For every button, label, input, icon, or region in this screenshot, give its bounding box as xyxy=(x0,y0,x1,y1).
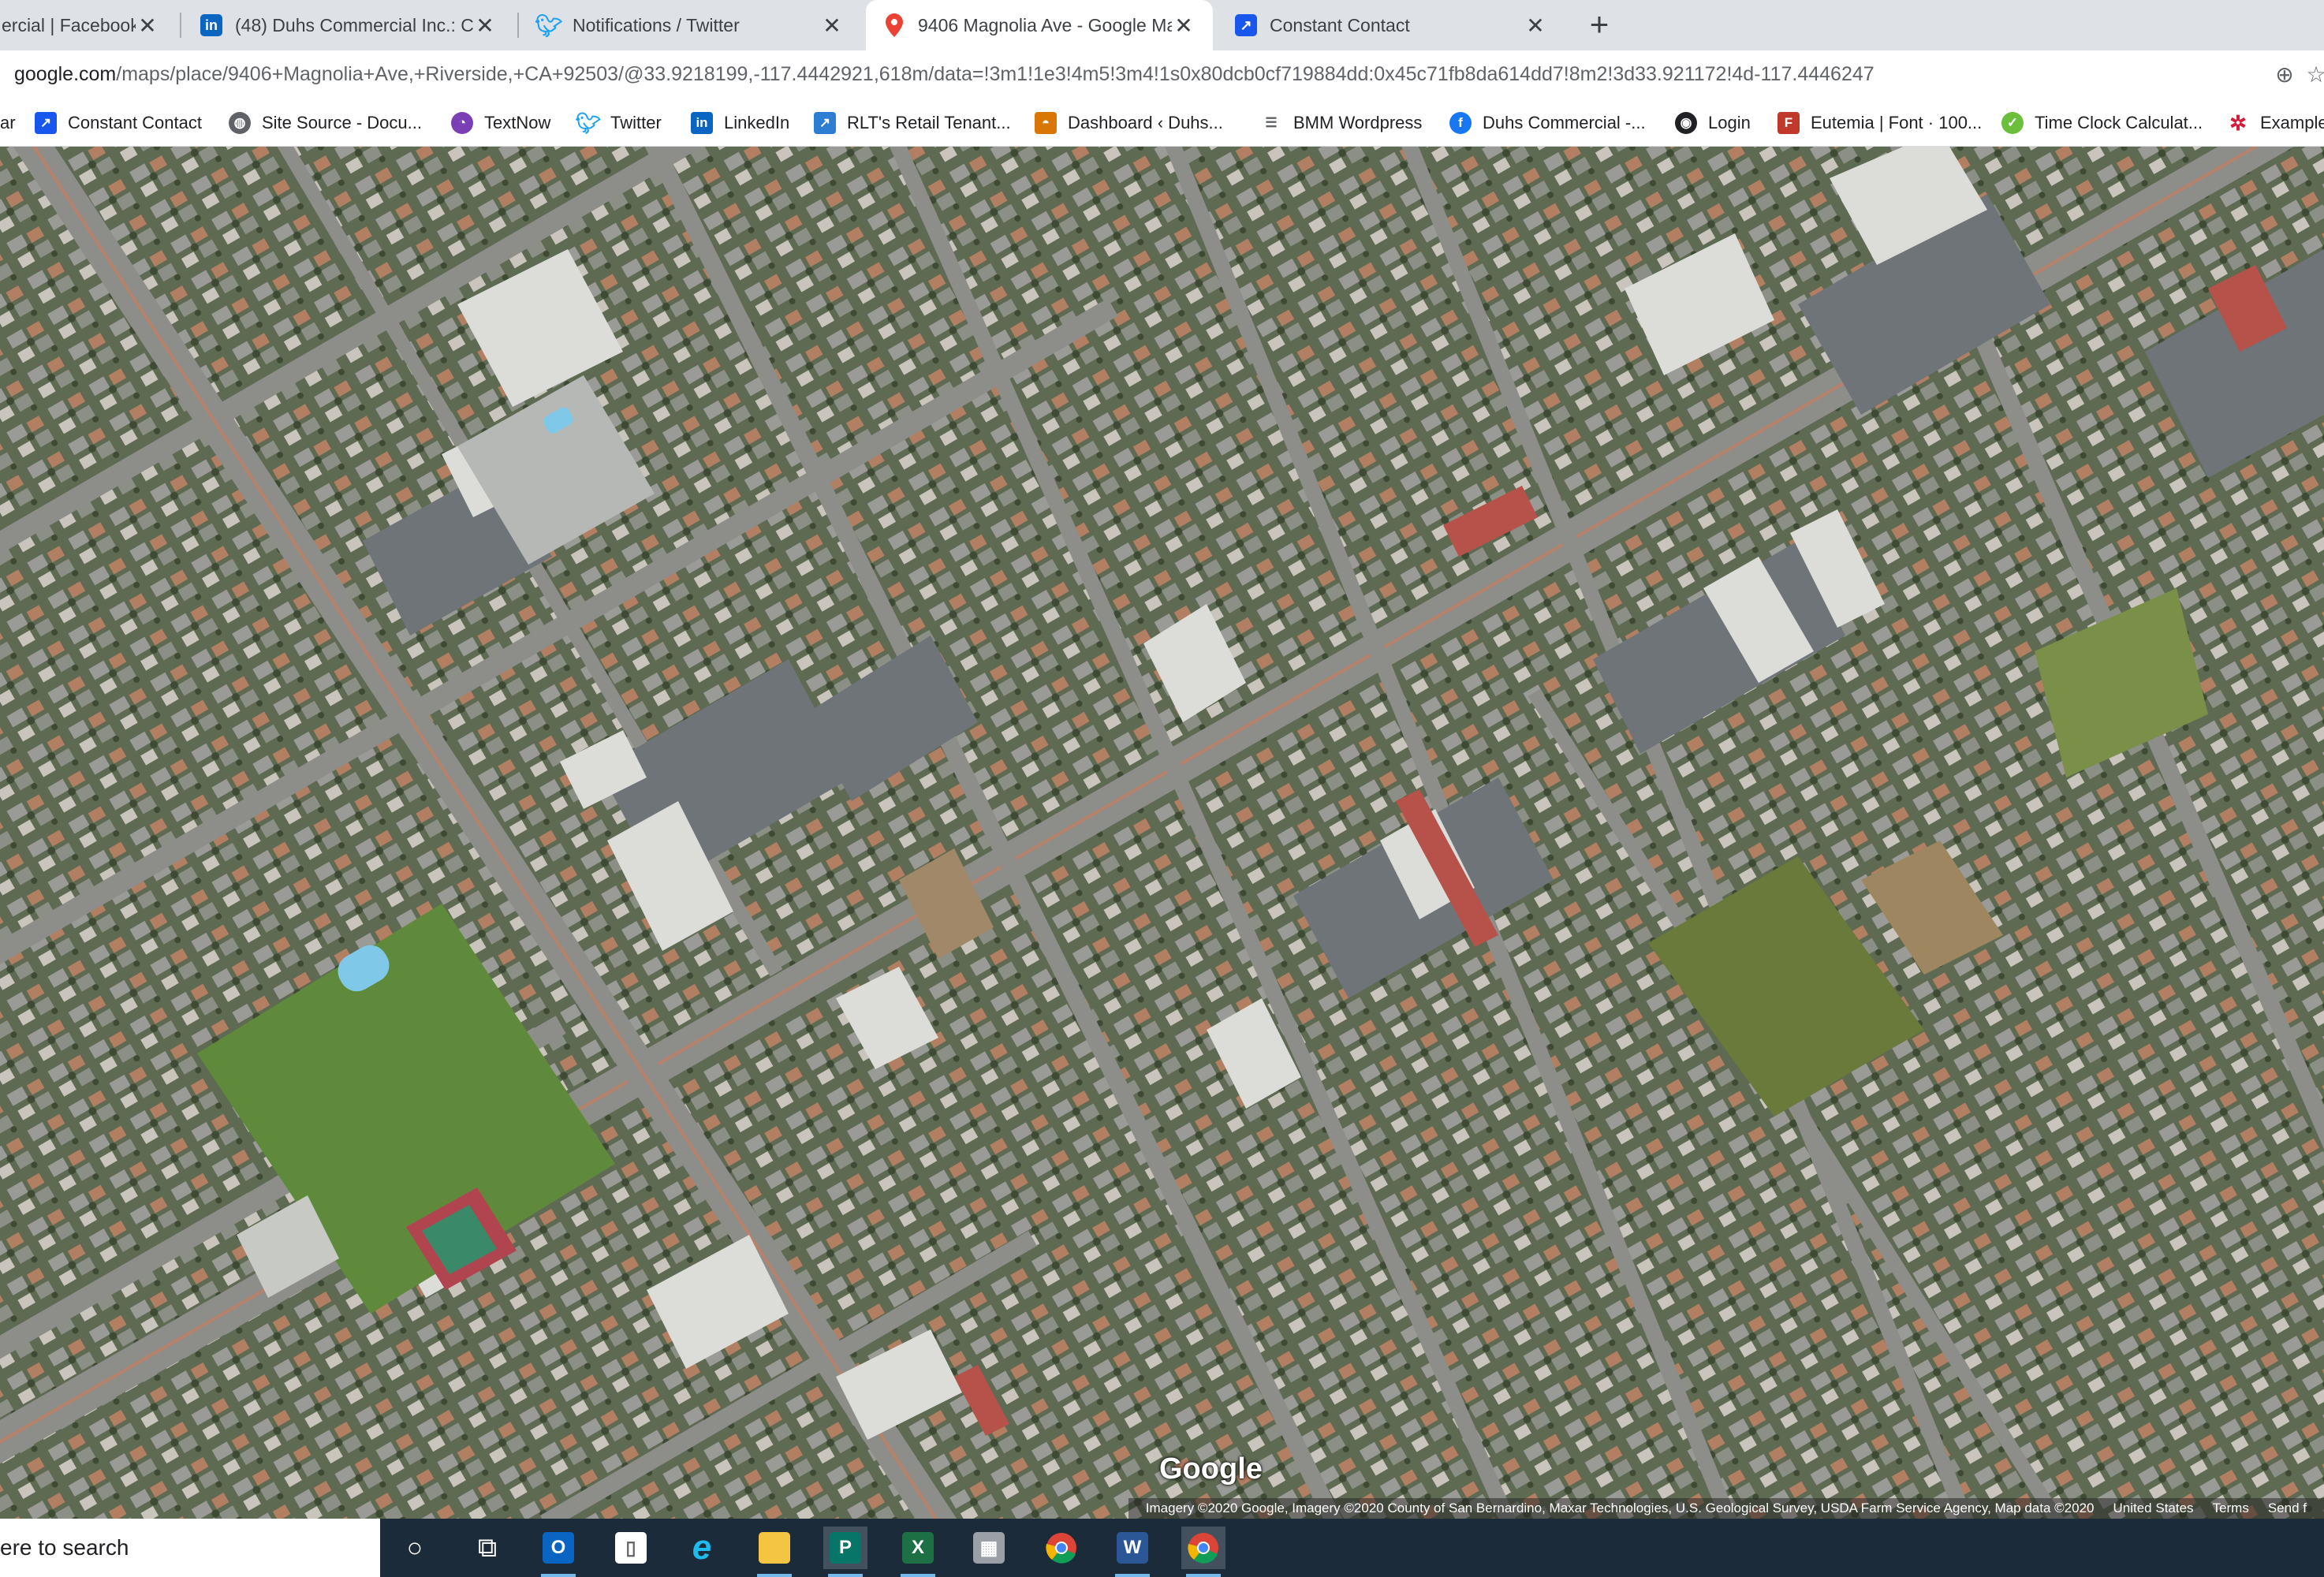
bookmark-item[interactable]: ✓ Time Clock Calculat... xyxy=(2001,109,2203,137)
linkedin-icon: in xyxy=(200,14,222,36)
bookmark-label: Example xyxy=(2260,113,2324,132)
tab-title: 9406 Magnolia Ave - Google Ma xyxy=(918,14,1172,35)
bookmark-item[interactable]: ☰ BMM Wordpress xyxy=(1260,109,1422,137)
clock-icon: ✓ xyxy=(2001,112,2024,134)
new-tab-button[interactable]: + xyxy=(1580,6,1618,44)
bookmark-label: Duhs Commercial -... xyxy=(1483,113,1646,132)
login-icon: ◉ xyxy=(1675,112,1697,134)
satellite-map[interactable]: Google Imagery ©2020 Google, Imagery ©20… xyxy=(0,147,2324,1519)
url-path: /maps/place/9406+Magnolia+Ave,+Riverside… xyxy=(116,63,1874,85)
tab-separator xyxy=(517,13,519,38)
constant-contact-icon: ↗ xyxy=(35,112,57,134)
facebook-icon: f xyxy=(1449,112,1472,134)
bookmark-item[interactable]: ↗ RLT's Retail Tenant... xyxy=(814,109,1011,137)
bookmark-label: ar xyxy=(0,113,16,132)
example-icon: ✲ xyxy=(2229,110,2247,135)
close-icon[interactable]: ✕ xyxy=(1172,13,1196,39)
tab-twitter[interactable]: 🐦︎ Notifications / Twitter ✕ xyxy=(520,0,861,50)
url-host: google.com xyxy=(14,63,117,85)
dashboard-icon: ◓ xyxy=(1035,112,1057,134)
bookmark-item[interactable]: in LinkedIn xyxy=(691,109,789,137)
bookmark-item[interactable]: ◍ Site Source - Docu... xyxy=(229,109,422,137)
attribution-text: Imagery ©2020 Google, Imagery ©2020 Coun… xyxy=(1145,1501,2095,1515)
bookmark-item[interactable]: ◔ TextNow xyxy=(451,109,550,137)
list-icon: ☰ xyxy=(1265,115,1278,130)
bookmark-label: BMM Wordpress xyxy=(1293,113,1423,132)
tab-title: (48) Duhs Commercial Inc.: Comp xyxy=(235,14,473,35)
satellite-imagery xyxy=(0,147,2324,1519)
chrome-active-icon[interactable] xyxy=(1181,1527,1225,1577)
linkedin-icon: in xyxy=(691,112,713,134)
calculator-icon[interactable]: ▦ xyxy=(967,1527,1011,1569)
cortana-icon[interactable]: ○ xyxy=(393,1527,437,1569)
windows-taskbar: ere to search ○ ⧉ O ▯ e ▬ P X ▦ W xyxy=(0,1519,2324,1577)
address-bar[interactable]: google.com/maps/place/9406+Magnolia+Ave,… xyxy=(0,50,2324,99)
bookmark-label: LinkedIn xyxy=(724,113,790,132)
tab-title: Notifications / Twitter xyxy=(573,14,740,35)
tab-constant-contact[interactable]: ↗ Constant Contact ✕ xyxy=(1218,0,1565,50)
tab-strip: ercial | Facebook ✕ in (48) Duhs Commerc… xyxy=(0,0,2324,50)
bookmark-item[interactable]: ◓ Dashboard ‹ Duhs... xyxy=(1035,109,1223,137)
bookmark-label: Constant Contact xyxy=(68,113,202,132)
notepad-icon[interactable]: ▯ xyxy=(609,1527,653,1569)
bookmark-item[interactable]: ✲ Example xyxy=(2227,109,2324,137)
globe-icon: ◍ xyxy=(229,112,251,134)
bookmark-item[interactable]: f Duhs Commercial -... xyxy=(1449,109,1646,137)
task-view-icon[interactable]: ⧉ xyxy=(465,1527,509,1569)
close-icon[interactable]: ✕ xyxy=(136,13,159,39)
publisher-icon[interactable]: P xyxy=(823,1527,867,1577)
internet-explorer-icon[interactable]: e xyxy=(680,1527,724,1569)
add-icon[interactable]: ⊕ xyxy=(2271,62,2298,88)
bookmark-label: Eutemia | Font · 100... xyxy=(1811,113,1983,132)
url-text[interactable]: google.com/maps/place/9406+Magnolia+Ave,… xyxy=(14,63,1874,86)
bookmark-item[interactable]: ar xyxy=(0,109,16,137)
tab-title: Constant Contact xyxy=(1270,14,1410,35)
terms-link[interactable]: Terms xyxy=(2213,1501,2249,1516)
excel-icon[interactable]: X xyxy=(896,1527,940,1577)
outlook-icon[interactable]: O xyxy=(536,1527,580,1577)
tab-facebook[interactable]: ercial | Facebook ✕ xyxy=(0,0,177,50)
font-icon: F xyxy=(1778,112,1800,134)
bookmark-item[interactable]: F Eutemia | Font · 100... xyxy=(1778,109,1982,137)
bookmark-label: RLT's Retail Tenant... xyxy=(847,113,1011,132)
bookmark-label: Dashboard ‹ Duhs... xyxy=(1068,113,1223,132)
bookmark-label: TextNow xyxy=(484,113,551,132)
bookmark-label: Time Clock Calculat... xyxy=(2035,113,2203,132)
star-icon[interactable]: ☆ xyxy=(2303,62,2324,88)
google-maps-icon xyxy=(883,13,905,37)
tab-linkedin[interactable]: in (48) Duhs Commercial Inc.: Comp ✕ xyxy=(183,0,514,50)
bookmark-label: Twitter xyxy=(610,113,662,132)
region-label[interactable]: United States xyxy=(2113,1501,2194,1516)
bookmark-label: Site Source - Docu... xyxy=(262,113,422,132)
chrome-icon[interactable] xyxy=(1039,1527,1084,1569)
bookmarks-bar: ar ↗ Constant Contact ◍ Site Source - Do… xyxy=(0,99,2324,147)
tab-title: ercial | Facebook xyxy=(2,14,136,35)
google-logo: Google xyxy=(1159,1452,1263,1486)
bookmark-label: Login xyxy=(1708,113,1751,132)
taskbar-search-box[interactable]: ere to search xyxy=(0,1519,380,1577)
tab-google-maps[interactable]: 9406 Magnolia Ave - Google Ma ✕ xyxy=(866,0,1213,50)
twitter-icon: 🐦︎ xyxy=(535,13,563,38)
bookmark-item[interactable]: 🐦︎ Twitter xyxy=(575,109,662,137)
constant-contact-icon: ↗ xyxy=(1235,14,1257,36)
bookmark-item[interactable]: ↗ Constant Contact xyxy=(35,109,202,137)
close-icon[interactable]: ✕ xyxy=(1524,13,1547,39)
map-attribution-bar: Imagery ©2020 Google, Imagery ©2020 Coun… xyxy=(1128,1498,2324,1519)
file-explorer-icon[interactable]: ▬ xyxy=(752,1527,796,1577)
send-feedback-link[interactable]: Send f xyxy=(2268,1501,2307,1516)
close-icon[interactable]: ✕ xyxy=(473,13,497,39)
close-icon[interactable]: ✕ xyxy=(820,13,844,39)
bookmark-item[interactable]: ◉ Login xyxy=(1675,109,1751,137)
tab-separator xyxy=(180,13,181,38)
search-placeholder: ere to search xyxy=(0,1535,129,1560)
textnow-icon: ◔ xyxy=(451,112,473,134)
word-icon[interactable]: W xyxy=(1110,1527,1155,1577)
twitter-icon: 🐦︎ xyxy=(575,110,602,135)
chart-icon: ↗ xyxy=(814,112,836,134)
